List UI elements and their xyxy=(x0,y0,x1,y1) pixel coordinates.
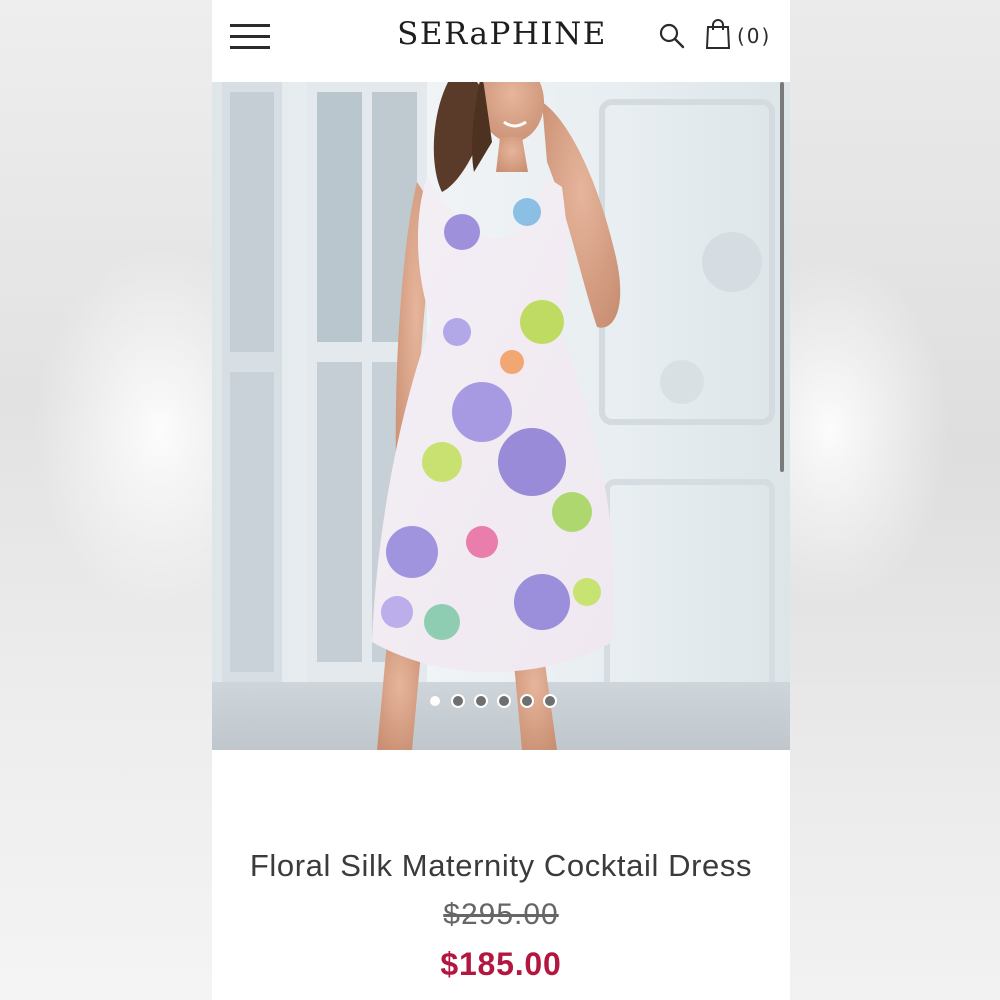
shopping-bag-icon[interactable] xyxy=(704,18,732,50)
gallery-dot-5[interactable] xyxy=(520,694,534,708)
model-in-floral-dress-photo xyxy=(212,82,790,750)
gallery-dot-4[interactable] xyxy=(497,694,511,708)
background-blur-left xyxy=(0,0,212,1000)
gallery-dot-3[interactable] xyxy=(474,694,488,708)
brand-logo[interactable]: SERaPHINE xyxy=(392,16,612,56)
search-icon[interactable] xyxy=(658,22,686,50)
cart-count[interactable]: (0) xyxy=(737,24,771,48)
background-blur-right xyxy=(790,0,1000,1000)
product-title: Floral Silk Maternity Cocktail Dress xyxy=(249,848,753,883)
mobile-page: SERaPHINE (0) Floral Silk Maternity Cock… xyxy=(212,0,790,1000)
gallery-pagination xyxy=(428,694,557,708)
product-image[interactable] xyxy=(212,82,790,750)
sale-price: $185.00 xyxy=(440,946,562,982)
gallery-dot-1[interactable] xyxy=(428,694,442,708)
scrollbar[interactable] xyxy=(780,82,784,472)
hamburger-menu-icon[interactable] xyxy=(230,20,272,52)
original-price: $295.00 xyxy=(443,898,559,931)
site-header: SERaPHINE (0) xyxy=(212,0,790,82)
gallery-dot-2[interactable] xyxy=(451,694,465,708)
gallery-dot-6[interactable] xyxy=(543,694,557,708)
